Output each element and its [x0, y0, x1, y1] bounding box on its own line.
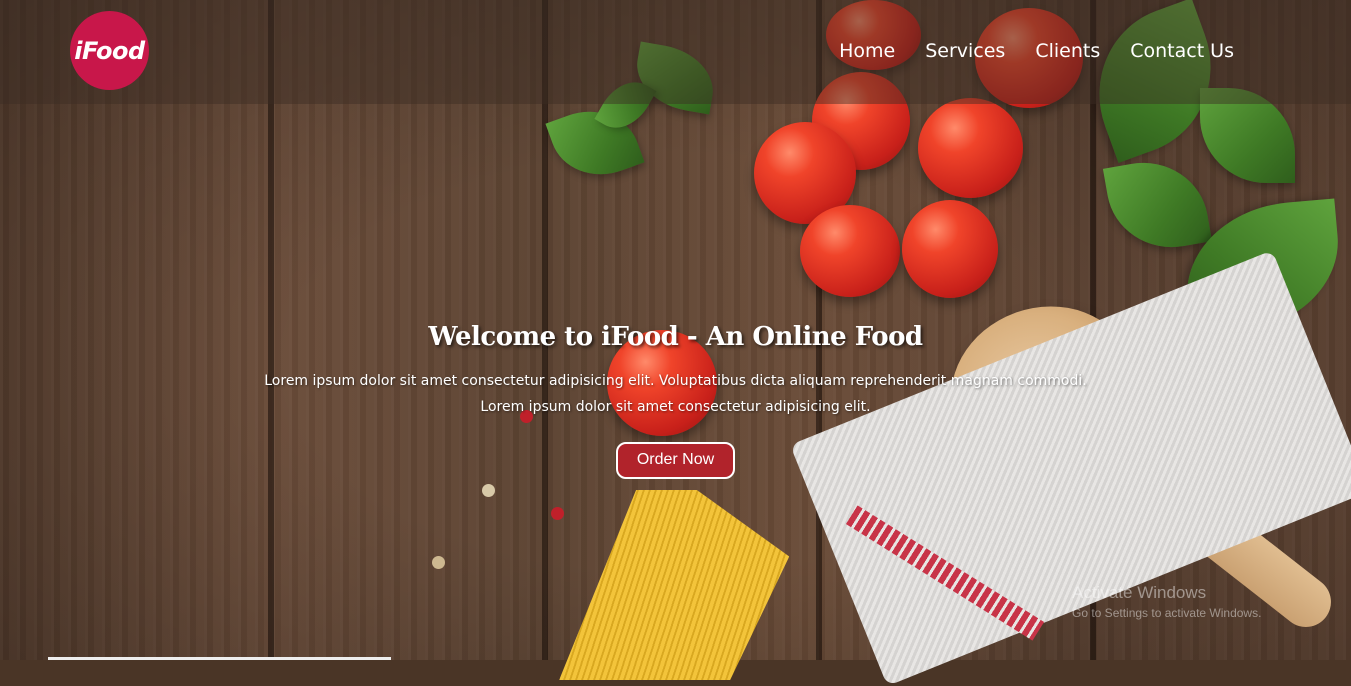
hero-description-line-2: Lorem ipsum dolor sit amet consectetur a…: [480, 399, 871, 415]
hero-section: Welcome to iFood - An Online Food Lorem …: [0, 322, 1351, 479]
hero-title: Welcome to iFood - An Online Food: [428, 322, 923, 352]
watermark-title: Activate Windows: [1072, 583, 1207, 602]
order-now-button[interactable]: Order Now: [615, 442, 736, 479]
ifood-logo[interactable]: iFood: [70, 11, 149, 90]
activate-windows-watermark: Activate Windows Go to Settings to activ…: [1072, 583, 1261, 620]
hero-description-line-1: Lorem ipsum dolor sit amet consectetur a…: [264, 373, 1087, 389]
main-nav: Home Services Clients Contact Us: [839, 40, 1234, 62]
nav-services-link[interactable]: Services: [925, 40, 1005, 62]
nav-contact-link[interactable]: Contact Us: [1130, 40, 1234, 62]
nav-home-link[interactable]: Home: [839, 40, 895, 62]
logo-text: iFood: [74, 36, 145, 65]
site-header: iFood Home Services Clients Contact Us: [0, 0, 1351, 104]
watermark-subtitle: Go to Settings to activate Windows.: [1072, 606, 1262, 620]
nav-clients-link[interactable]: Clients: [1035, 40, 1100, 62]
